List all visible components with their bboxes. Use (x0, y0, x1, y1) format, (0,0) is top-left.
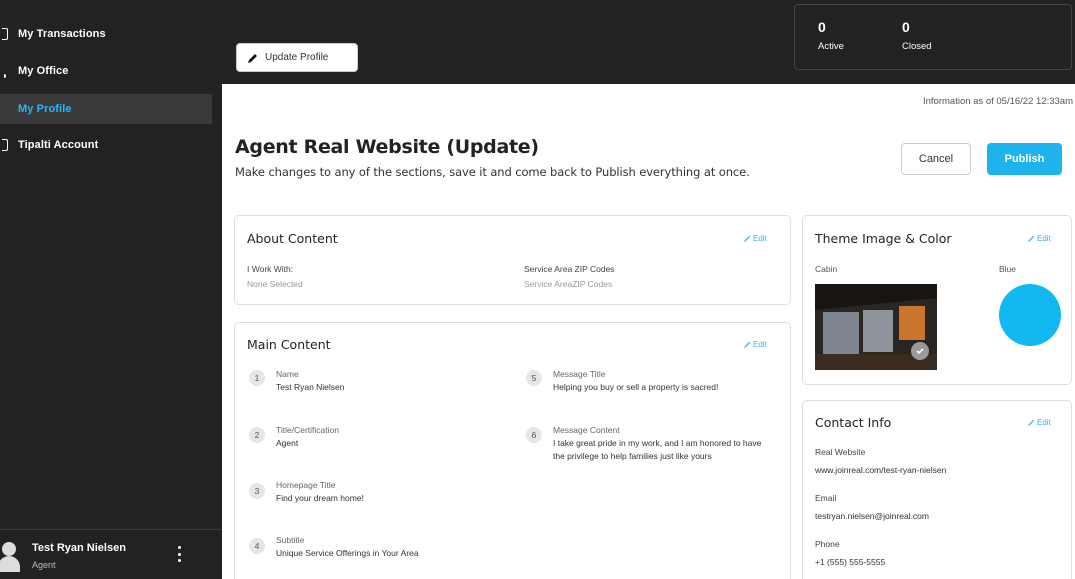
avatar (0, 540, 20, 572)
office-icon (4, 74, 6, 78)
email-value[interactable]: testryan.nielsen@joinreal.com (815, 511, 929, 521)
card-title: Theme Image & Color (815, 231, 952, 246)
item-label: Subtitle (276, 535, 305, 545)
item-label: Message Title (553, 369, 606, 379)
phone-label: Phone (815, 539, 840, 549)
sidebar-item-my-office[interactable]: My Office (0, 56, 212, 86)
item-number: 2 (249, 427, 265, 443)
item-label: Message Content (553, 425, 620, 435)
theme-card: Theme Image & Color Edit Cabin Blue (802, 215, 1072, 385)
sidebar-item-label: My Transactions (18, 28, 106, 40)
item-number: 3 (249, 483, 265, 499)
item-number: 4 (249, 538, 265, 554)
card-title: About Content (247, 231, 338, 246)
card-title: Contact Info (815, 415, 892, 430)
item-value: Agent (276, 438, 299, 448)
main-content-card: Main Content Edit 1 Name Test Ryan Niels… (234, 322, 791, 579)
sidebar-item-label: My Office (18, 65, 69, 77)
website-label: Real Website (815, 447, 866, 457)
website-value[interactable]: www.joinreal.com/test-ryan-nielsen (815, 465, 946, 475)
item-number: 1 (249, 370, 265, 386)
sidebar-user: Test Ryan Nielsen Agent (0, 529, 222, 579)
stat-closed: 0 Closed (902, 19, 932, 52)
edit-label: Edit (1037, 234, 1051, 243)
page-title: Agent Real Website (Update) (235, 136, 539, 158)
item-label: Name (276, 369, 299, 379)
item-label: Homepage Title (276, 480, 336, 490)
email-label: Email (815, 493, 837, 503)
zip-codes-label: Service Area ZIP Codes (524, 264, 615, 274)
stat-label: Closed (902, 41, 932, 52)
item-value: Find your dream home! (276, 493, 364, 503)
publish-button[interactable]: Publish (987, 143, 1062, 175)
transaction-stats: 0 Active 0 Closed (794, 4, 1072, 70)
edit-label: Edit (753, 234, 767, 243)
edit-label: Edit (753, 340, 767, 349)
theme-image-label: Cabin (815, 264, 838, 274)
edit-theme-link[interactable]: Edit (1027, 234, 1051, 243)
pencil-icon (1027, 419, 1035, 427)
stat-label: Active (818, 41, 844, 52)
item-value: Helping you buy or sell a property is sa… (553, 382, 719, 392)
item-value: Test Ryan Nielsen (276, 382, 345, 392)
edit-contact-link[interactable]: Edit (1027, 418, 1051, 427)
work-with-value: None Selected (247, 279, 303, 289)
user-role: Agent (32, 560, 56, 570)
about-content-card: About Content Edit I Work With: None Sel… (234, 215, 791, 305)
pencil-icon (248, 54, 257, 63)
update-profile-label: Update Profile (265, 52, 329, 63)
theme-color-label: Blue (999, 264, 1017, 274)
top-bar: Update Profile 0 Active 0 Closed (222, 0, 1075, 84)
account-icon (2, 139, 8, 151)
sidebar-item-my-profile[interactable]: My Profile (0, 94, 212, 124)
contact-info-card: Contact Info Edit Real Website www.joinr… (802, 400, 1072, 579)
edit-label: Edit (1037, 418, 1051, 427)
item-value: Unique Service Offerings in Your Area (276, 548, 419, 558)
edit-about-link[interactable]: Edit (743, 234, 767, 243)
user-name: Test Ryan Nielsen (32, 542, 126, 554)
item-number: 5 (526, 370, 542, 386)
sidebar-item-tipalti-account[interactable]: Tipalti Account (0, 130, 212, 160)
stat-active: 0 Active (818, 19, 844, 52)
pencil-icon (1027, 235, 1035, 243)
card-title: Main Content (247, 337, 331, 352)
sidebar: My Transactions My Office My Profile Tip… (0, 0, 222, 579)
more-options-icon[interactable] (178, 546, 182, 562)
update-profile-button[interactable]: Update Profile (236, 43, 358, 72)
zip-codes-value: Service AreaZIP Codes (524, 279, 613, 289)
info-timestamp: Information as of 05/16/22 12:33am (923, 96, 1073, 107)
item-label: Title/Certification (276, 425, 339, 435)
stat-value: 0 (818, 19, 826, 35)
stat-value: 0 (902, 19, 910, 35)
page-subtitle: Make changes to any of the sections, sav… (235, 165, 750, 179)
theme-color-swatch[interactable] (999, 284, 1061, 346)
item-number: 6 (526, 427, 542, 443)
sidebar-item-my-transactions[interactable]: My Transactions (0, 19, 212, 49)
main-content: Information as of 05/16/22 12:33am Agent… (222, 84, 1075, 579)
pencil-icon (743, 235, 751, 243)
transactions-icon (2, 28, 8, 40)
sidebar-item-label: Tipalti Account (18, 139, 99, 151)
sidebar-item-label: My Profile (18, 103, 72, 115)
cabin-image[interactable] (815, 284, 937, 370)
cancel-button[interactable]: Cancel (901, 143, 971, 175)
phone-value: +1 (555) 555-5555 (815, 557, 886, 567)
edit-main-content-link[interactable]: Edit (743, 340, 767, 349)
work-with-label: I Work With: (247, 264, 294, 274)
pencil-icon (743, 341, 751, 349)
item-value: I take great pride in my work, and I am … (553, 438, 762, 461)
selected-check-icon (911, 342, 929, 360)
